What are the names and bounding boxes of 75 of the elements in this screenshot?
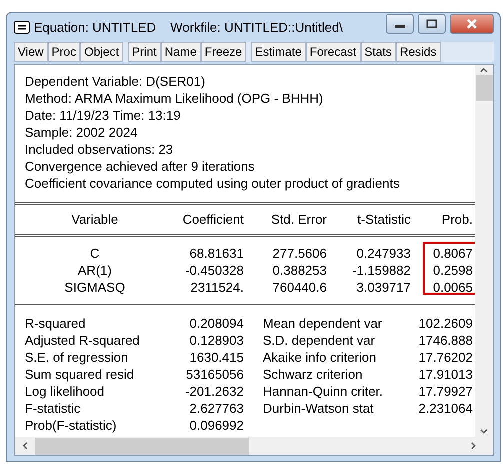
maximize-button[interactable] xyxy=(418,14,446,34)
toolbar-button[interactable]: Object xyxy=(80,42,124,62)
column-header: Prob. xyxy=(440,211,473,228)
stat-label: Schwarz criterion xyxy=(262,366,364,383)
output-line: Dependent Variable: D(SER01) xyxy=(25,73,206,90)
column-header: t-Statistic xyxy=(356,211,411,228)
stat-value: -201.2632 xyxy=(184,383,244,400)
output-line: Date: 11/19/23 Time: 13:19 xyxy=(25,107,182,124)
table-cell-text: 0.8067 xyxy=(432,245,473,262)
stat-label: Hannan-Quinn criter. xyxy=(262,383,384,400)
stat-value: 2.231064 xyxy=(418,400,473,417)
stat-value: 1630.415 xyxy=(188,349,244,366)
stat-label: S.D. dependent var xyxy=(262,332,376,349)
toolbar-button[interactable]: Resids xyxy=(396,42,441,62)
table-cell-text: 0.0065 xyxy=(432,279,473,296)
stat-value: 2.627763 xyxy=(188,400,244,417)
close-button[interactable] xyxy=(450,14,494,34)
table-cell-text: 68.81631 xyxy=(188,245,244,262)
toolbar-button[interactable]: Freeze xyxy=(200,42,246,62)
column-header: Variable xyxy=(70,211,120,228)
scroll-thumb[interactable] xyxy=(35,438,249,454)
table-cell-text: 277.5606 xyxy=(272,245,327,262)
stat-label: Mean dependent var xyxy=(262,315,384,332)
toolbar-button[interactable]: Print xyxy=(128,42,161,62)
toolbar-button[interactable]: Estimate xyxy=(251,42,306,62)
stat-value: 102.2609 xyxy=(418,315,473,332)
close-icon xyxy=(466,18,478,28)
minimize-icon xyxy=(395,25,405,28)
table-cell-text: C xyxy=(89,245,101,262)
stat-value: 17.79927 xyxy=(418,383,473,400)
stat-label: S.E. of regression xyxy=(25,349,130,366)
table-cell-text: SIGMASQ xyxy=(64,279,126,296)
output-line: Sample: 2002 2024 xyxy=(25,124,139,141)
table-cell-text: 0.388253 xyxy=(272,262,327,279)
stat-value: 0.128903 xyxy=(188,332,244,349)
vertical-scrollbar[interactable] xyxy=(475,65,493,437)
stat-value: 17.76202 xyxy=(418,349,473,366)
toolbar-button[interactable]: View xyxy=(14,42,48,62)
output-line: Method: ARMA Maximum Likelihood (OPG - BHHH) xyxy=(25,90,324,107)
scroll-thumb[interactable] xyxy=(476,75,492,101)
stat-label: F-statistic xyxy=(25,400,82,417)
toolbar-button[interactable]: Stats xyxy=(360,42,396,62)
column-header: Coefficient xyxy=(182,211,244,228)
toolbar-button[interactable]: Proc xyxy=(48,42,80,62)
stat-value: 17.91013 xyxy=(418,366,473,383)
stat-value: 0.096992 xyxy=(188,417,244,434)
horizontal-scrollbar[interactable] xyxy=(15,437,493,455)
output-line: Included observations: 23 xyxy=(25,141,174,158)
maximize-icon xyxy=(426,18,438,28)
table-cell-text: AR(1) xyxy=(77,262,113,279)
table-cell-text: 3.039717 xyxy=(356,279,411,296)
table-cell-text: 0.247933 xyxy=(356,245,411,262)
table-cell-text: -1.159882 xyxy=(351,262,411,279)
stat-value: 53165056 xyxy=(185,366,244,383)
table-cell-text: 0.2598 xyxy=(432,262,473,279)
table-cell-text: 2311524. xyxy=(190,279,244,296)
stat-value: 0.208094 xyxy=(188,315,244,332)
stat-label: Adjusted R-squared xyxy=(25,332,141,349)
stat-value: 1746.888 xyxy=(418,332,473,349)
output-line: Coefficient covariance computed using outer product of gradients xyxy=(25,175,401,192)
stat-label: Prob(F-statistic) xyxy=(25,417,118,434)
table-cell-text: -0.450328 xyxy=(184,262,244,279)
toolbar-button[interactable]: Forecast xyxy=(306,42,361,62)
stat-label: Sum squared resid xyxy=(25,366,136,383)
minimize-button[interactable] xyxy=(386,14,414,34)
column-header: Std. Error xyxy=(270,211,327,228)
stat-label: R-squared xyxy=(25,315,87,332)
output-line: Convergence achieved after 9 iterations xyxy=(25,158,256,175)
stat-label: Durbin-Watson stat xyxy=(262,400,375,417)
window-title: Equation: UNTITLED Workfile: UNTITLED::Untitled\ xyxy=(34,20,344,35)
stat-label: Akaike info criterion xyxy=(262,349,378,366)
toolbar-button[interactable]: Name xyxy=(160,42,201,62)
menu-icon[interactable] xyxy=(14,21,30,34)
stat-label: Log likelihood xyxy=(25,383,106,400)
table-cell-text: 760440.6 xyxy=(272,279,327,296)
